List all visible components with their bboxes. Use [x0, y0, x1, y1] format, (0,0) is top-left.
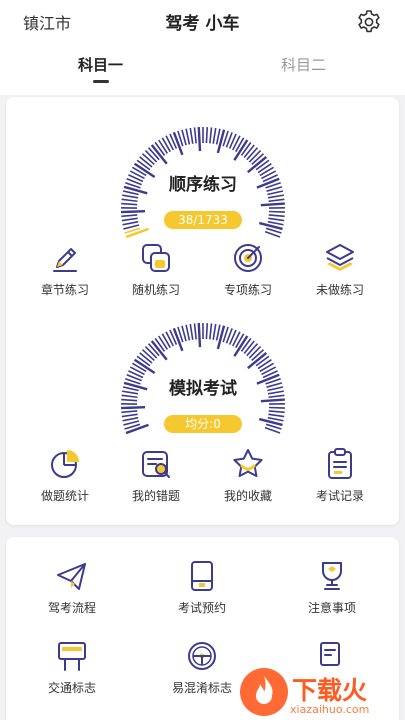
chapter-practice-label: 章节练习 — [40, 283, 89, 297]
trophy-icon — [322, 562, 342, 590]
exam-records-label: 考试记录 — [315, 489, 364, 503]
undone-practice-label: 未做练习 — [315, 283, 364, 297]
average-score-badge: 均分:0 — [164, 415, 242, 433]
tab-subject-two[interactable]: 科目二 — [281, 54, 326, 75]
watermark-url: xiazaihuo.com — [290, 703, 370, 716]
exam-booking-button[interactable]: 考试预约 — [162, 558, 242, 616]
notes-label: 注意事项 — [307, 601, 356, 615]
star-icon — [233, 449, 263, 477]
layers-icon — [326, 244, 354, 271]
favorites-button[interactable]: 我的收藏 — [208, 446, 288, 504]
random-practice-label: 随机练习 — [131, 283, 180, 297]
traffic-signs-label: 交通标志 — [47, 681, 96, 695]
exam-records-button[interactable]: 考试记录 — [300, 446, 380, 504]
progress-badge: 38/1733 — [164, 211, 242, 229]
pie-chart-icon — [51, 450, 79, 478]
special-practice-label: 专项练习 — [223, 283, 272, 297]
traffic-signs-button[interactable]: 交通标志 — [32, 638, 112, 696]
paper-plane-icon — [57, 563, 86, 590]
top-bar: 镇江市 驾考 小车 科目一 科目二 — [0, 0, 405, 95]
shuffle-cards-icon — [142, 244, 170, 272]
watermark-text: 下载火 — [292, 676, 368, 705]
favorites-label: 我的收藏 — [223, 489, 272, 503]
undone-practice-button[interactable]: 未做练习 — [300, 240, 380, 298]
random-practice-button[interactable]: 随机练习 — [116, 240, 196, 298]
exam-process-label: 驾考流程 — [47, 601, 96, 615]
practice-gauge-label: 顺序练习 — [169, 175, 237, 195]
wrong-questions-label: 我的错题 — [131, 489, 180, 503]
chapter-practice-button[interactable]: 章节练习 — [25, 240, 105, 298]
calendar-icon — [191, 561, 213, 591]
exam-gauge-label: 模拟考试 — [169, 379, 237, 399]
steering-wheel-icon — [188, 642, 216, 670]
notes-button[interactable]: 注意事项 — [292, 558, 372, 616]
page-title: 驾考 小车 — [165, 14, 240, 34]
question-stats-label: 做题统计 — [40, 489, 89, 503]
confusing-signs-button[interactable]: 易混淆标志 — [162, 638, 242, 696]
confusing-signs-label: 易混淆标志 — [171, 681, 232, 695]
tab-indicator — [93, 80, 109, 83]
pencil-icon — [53, 248, 77, 272]
exam-booking-label: 考试预约 — [177, 601, 226, 615]
gear-icon[interactable] — [356, 9, 382, 35]
target-icon — [234, 244, 262, 272]
wrong-questions-button[interactable]: 我的错题 — [116, 446, 196, 504]
question-stats-button[interactable]: 做题统计 — [25, 446, 105, 504]
special-practice-button[interactable]: 专项练习 — [208, 240, 288, 298]
clipboard-icon — [328, 448, 352, 479]
search-document-icon — [142, 451, 170, 478]
exam-process-button[interactable]: 驾考流程 — [32, 558, 112, 616]
signboard-icon — [58, 642, 86, 671]
tab-subject-one[interactable]: 科目一 — [78, 54, 123, 75]
